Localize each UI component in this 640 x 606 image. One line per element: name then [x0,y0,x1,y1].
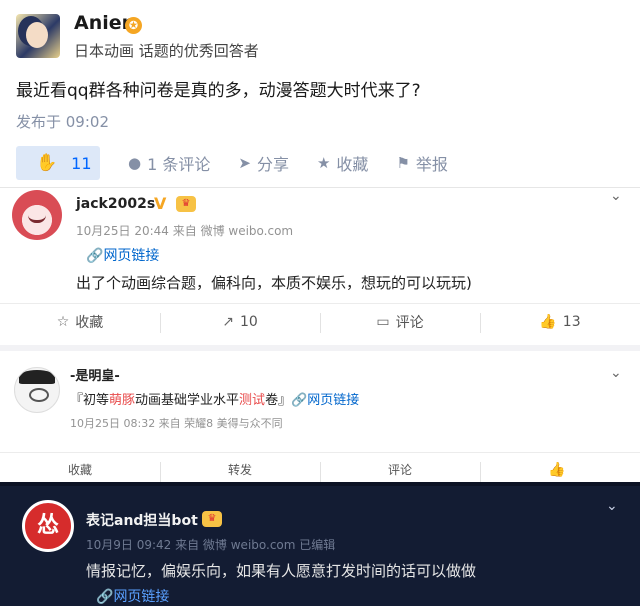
repost-button[interactable]: ↗ 10 [160,304,320,340]
chevron-down-icon[interactable]: ⌄ [606,498,618,514]
verified-v-icon: V [154,194,167,213]
post-meta: 10月25日 08:32 来自 荣耀8 美得与众不同 [70,417,283,430]
like-button[interactable]: 👍 13 [480,304,640,340]
applause-icon: ✋ [36,153,58,173]
comment-label: 评论 [387,463,412,477]
publish-time: 发布于 09:02 [16,113,109,131]
share-label: 分享 [256,155,289,174]
thumbs-up-icon: 👍 [539,314,557,330]
author-name[interactable]: Anier [74,12,131,34]
repost-icon: ↗ [222,314,234,330]
link-icon: 🔗 [291,393,308,408]
user-name[interactable]: 表记and担当bot [86,510,198,530]
avatar[interactable] [12,190,62,240]
weibo-post: -是明皇- 『初等萌豚动画基础学业水平测试卷』🔗网页链接 10月25日 08:3… [0,345,640,482]
post-text: 出了个动画综合题，偏科向，本质不娱乐，想玩的可以玩玩) [76,274,472,292]
web-link-label: 网页链接 [113,589,170,605]
comment-button[interactable]: ▭ 评论 [320,304,480,340]
web-link[interactable]: 🔗网页链接 [291,393,359,408]
favorite-label: 收藏 [336,155,369,174]
favorite-label: 收藏 [67,463,92,477]
comment-button[interactable]: ● 1 条评论 [128,151,210,175]
comment-label: 1 条评论 [147,155,211,174]
web-link-label: 网页链接 [307,393,360,408]
post-meta: 10月9日 09:42 来自 微博 weibo.com 已编辑 [86,538,336,552]
avatar[interactable] [14,367,60,413]
web-link-label: 网页链接 [103,248,160,264]
member-crown-icon: ♛ [176,196,196,212]
weibo-post: jack2002s V ♛ 10月25日 20:44 来自 微博 weibo.c… [0,187,640,339]
user-name[interactable]: jack2002s [76,196,155,212]
web-link[interactable]: 🔗网页链接 [86,245,159,265]
highlight-text: 测试 [239,393,266,408]
comment-label: 评论 [395,315,424,331]
answer-content: 最近看qq群各种问卷是真的多，动漫答题大时代来了? [16,81,421,101]
repost-label: 转发 [227,463,252,477]
text-segment: 『初等 [70,393,110,408]
comment-icon: ● [128,154,142,172]
like-button[interactable]: ✋ 11 [16,146,100,180]
like-count: 13 [562,314,581,330]
zhihu-answer-card: Anier ✪ 日本动画 话题的优秀回答者 最近看qq群各种问卷是真的多，动漫答… [0,0,640,187]
link-icon: 🔗 [86,248,104,264]
favorite-label: 收藏 [75,315,104,331]
weibo-post-dark: 怂 表记and担当bot ♛ 10月9日 09:42 来自 微博 weibo.c… [0,482,640,606]
excellent-answerer-badge-icon: ✪ [125,17,142,34]
share-button[interactable]: ➤ 分享 [238,151,289,175]
text-segment: 卷』 [265,393,292,408]
author-description: 日本动画 话题的优秀回答者 [74,42,259,60]
member-crown-icon: ♛ [202,511,222,527]
post-text: 『初等萌豚动画基础学业水平测试卷』🔗网页链接 [70,389,359,408]
repost-count: 10 [239,314,258,330]
report-button[interactable]: ⚑ 举报 [396,151,447,175]
chevron-down-icon[interactable]: ⌄ [610,365,622,381]
answer-action-bar: ✋ 11 ● 1 条评论 ➤ 分享 ★ 收藏 ⚑ 举报 [16,146,448,180]
post-text: 情报记忆，偏娱乐向，如果有人愿意打发时间的话可以做做 [86,562,477,580]
report-label: 举报 [415,155,448,174]
star-outline-icon: ☆ [56,314,70,330]
post-meta: 10月25日 20:44 来自 微博 weibo.com [76,224,294,238]
thumbs-up-icon: 👍 [548,461,566,478]
chevron-down-icon[interactable]: ⌄ [610,188,622,204]
share-icon: ➤ [238,154,251,172]
flag-icon: ⚑ [396,154,410,172]
like-count: 11 [71,153,92,173]
favorite-button[interactable]: ★ 收藏 [317,151,368,175]
star-icon: ★ [316,154,331,172]
favorite-button[interactable]: ☆ 收藏 [0,304,160,340]
comment-icon: ▭ [376,314,390,330]
text-segment: 动画基础学业水平 [135,393,240,408]
avatar[interactable]: 怂 [22,500,74,552]
user-name[interactable]: -是明皇- [70,365,120,384]
author-avatar[interactable] [16,14,60,58]
link-icon: 🔗 [96,589,114,605]
avatar-logo: 怂 [36,513,59,538]
web-link[interactable]: 🔗网页链接 [96,586,169,606]
post-action-bar: ☆ 收藏 ↗ 10 ▭ 评论 👍 13 [0,303,640,340]
highlight-text: 萌豚 [109,393,136,408]
post-action-bar: 收藏 转发 评论 👍 [0,452,640,486]
